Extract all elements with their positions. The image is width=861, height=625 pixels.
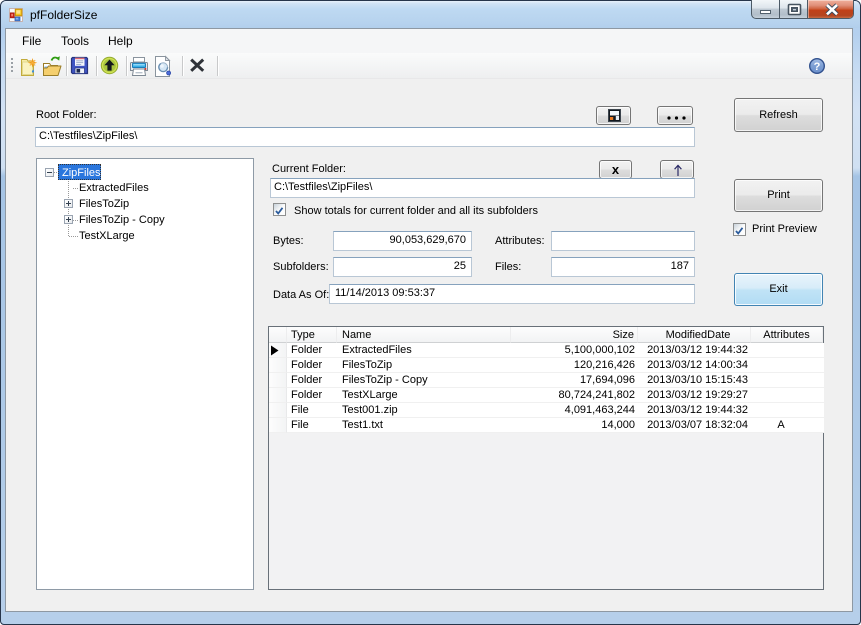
svg-text:?: ?	[814, 61, 821, 73]
